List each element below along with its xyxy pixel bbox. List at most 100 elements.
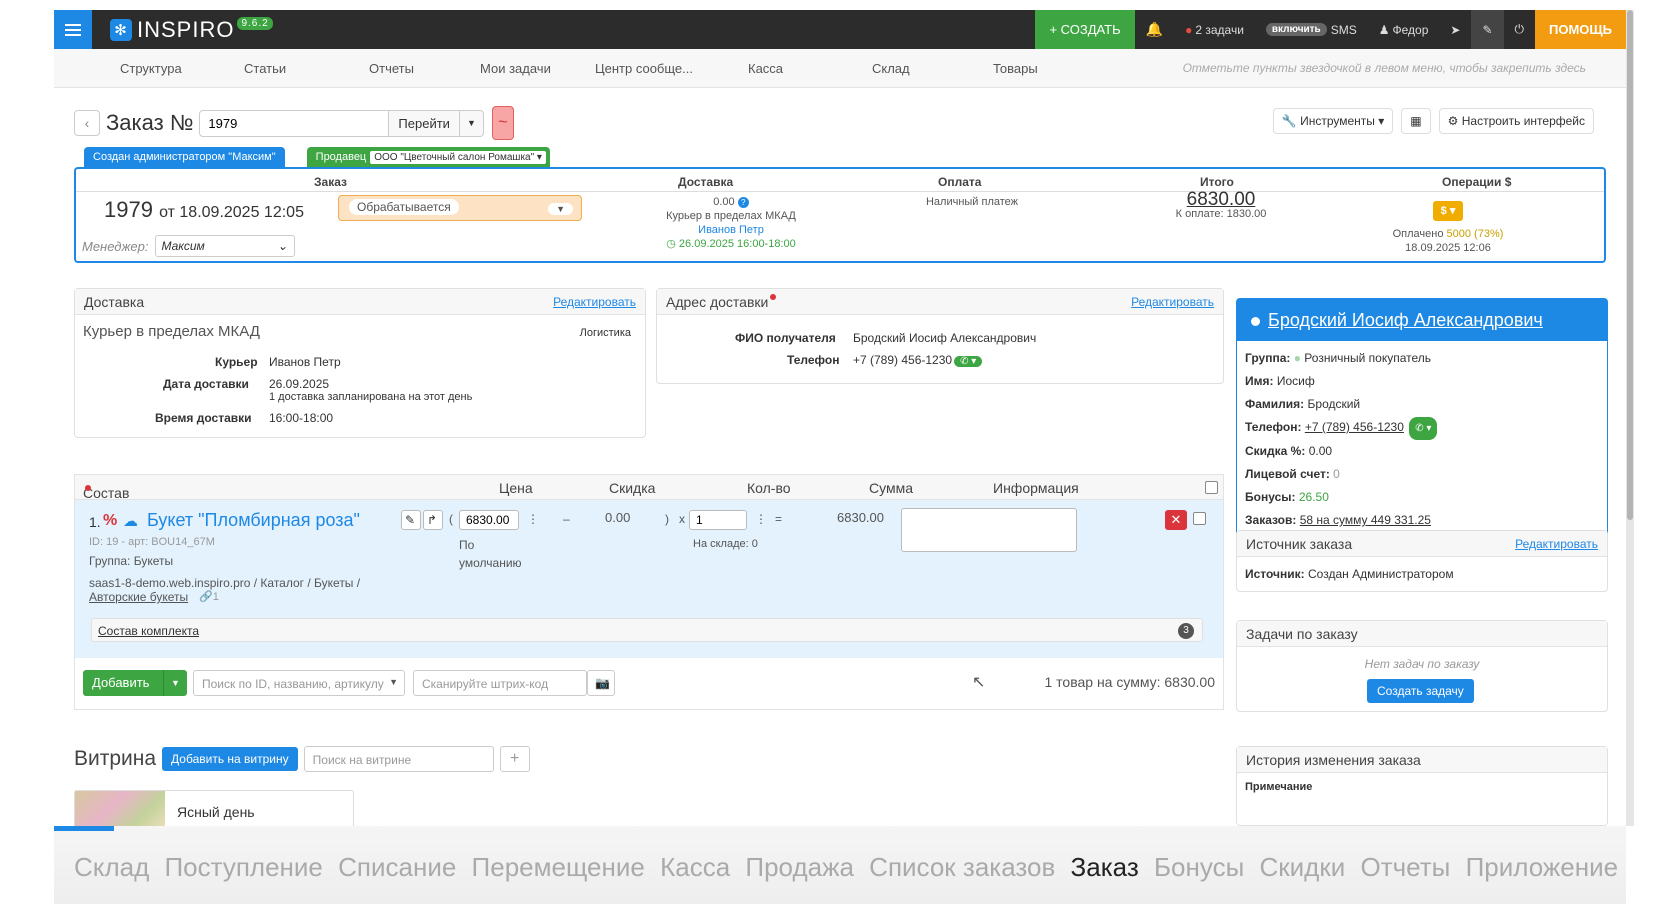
- select-all-checkbox[interactable]: [1205, 481, 1218, 494]
- delivery-edit-link[interactable]: Редактировать: [553, 295, 636, 309]
- history-title: История изменения заказа: [1246, 752, 1421, 768]
- chevron-down-icon[interactable]: ▼: [163, 670, 187, 696]
- add-to-showcase-button[interactable]: Добавить на витрину: [162, 747, 298, 771]
- showcase-card[interactable]: Ясный день: [74, 790, 354, 826]
- nav-item-warehouse[interactable]: Склад: [872, 61, 910, 76]
- version-badge: 9.6.2: [237, 17, 273, 30]
- courier-link[interactable]: Иванов Петр: [626, 223, 836, 237]
- bottom-nav-orders[interactable]: Список заказов: [869, 852, 1055, 882]
- bottom-nav-order[interactable]: Заказ: [1071, 852, 1139, 882]
- product-search-input[interactable]: Поиск по ID, названию, артикулу ▼: [193, 670, 405, 696]
- time-value: 16:00-18:00: [269, 411, 334, 425]
- edit-icon[interactable]: ✎: [1471, 10, 1504, 49]
- seller-tag: Продавец ООО "Цветочный салон Ромашка" ▾: [306, 147, 550, 167]
- logistics-link[interactable]: Логистика: [580, 327, 631, 339]
- seller-select[interactable]: ООО "Цветочный салон Ромашка" ▾: [370, 150, 546, 164]
- client-orders-link[interactable]: 58 на сумму 449 331.25: [1300, 513, 1431, 527]
- nav-item-reports[interactable]: Отчеты: [369, 61, 414, 76]
- delivery-panel: Доставка Редактировать Курьер в пределах …: [74, 288, 646, 438]
- grid-icon[interactable]: ▦: [1401, 108, 1431, 134]
- menu-icon[interactable]: [54, 10, 92, 49]
- address-edit-link[interactable]: Редактировать: [1131, 295, 1214, 309]
- manager-select[interactable]: Максим ⌄: [154, 235, 295, 257]
- bottom-nav-discounts[interactable]: Скидки: [1260, 852, 1346, 882]
- category-link[interactable]: Авторские букеты: [89, 590, 188, 604]
- pencil-icon[interactable]: ✎: [401, 510, 421, 530]
- nav-item-structure[interactable]: Структура: [120, 61, 182, 76]
- configure-button[interactable]: ⚙ Настроить интерфейс: [1438, 108, 1594, 134]
- item-checkbox[interactable]: [1193, 512, 1206, 525]
- nav-item-message-center[interactable]: Центр сообще...: [595, 61, 693, 76]
- plus-icon[interactable]: +: [499, 746, 530, 772]
- phone-call-button[interactable]: ✆ ▾: [954, 356, 983, 367]
- percent-icon: %: [103, 512, 118, 529]
- sms-toggle[interactable]: включить SMS: [1255, 10, 1368, 49]
- user-menu[interactable]: ♟ Федор: [1368, 10, 1440, 49]
- discount-value[interactable]: 0.00: [605, 510, 630, 525]
- list-item: 1. % ☁ Букет "Пломбирная роза" ✎ ↱ ID: 1…: [74, 500, 1224, 658]
- scrollbar[interactable]: [1626, 10, 1634, 826]
- price-input[interactable]: [459, 510, 519, 530]
- nav-item-my-tasks[interactable]: Мои задачи: [480, 61, 551, 76]
- tilde-button[interactable]: ~: [491, 106, 514, 140]
- go-button[interactable]: Перейти: [389, 109, 460, 137]
- delivery-slot: ◷ 26.09.2025 16:00-18:00: [666, 238, 796, 250]
- bottom-nav-warehouse[interactable]: Склад: [74, 852, 149, 882]
- kit-composition-toggle[interactable]: Состав комплекта 3: [91, 618, 1203, 642]
- showcase-title: Витрина: [74, 747, 157, 770]
- total-amount[interactable]: 6830.00: [1136, 190, 1306, 209]
- source-panel: Источник заказа Редактировать Источник: С…: [1236, 530, 1608, 592]
- create-task-button[interactable]: Создать задачу: [1367, 679, 1474, 703]
- send-icon[interactable]: ➤: [1439, 10, 1471, 49]
- showcase-search-input[interactable]: Поиск на витрине: [303, 746, 494, 772]
- bottom-nav-receipt[interactable]: Поступление: [164, 852, 322, 882]
- chevron-left-icon[interactable]: ‹: [74, 110, 100, 136]
- tools-button[interactable]: 🔧 Инструменты ▾: [1272, 108, 1394, 134]
- add-button[interactable]: Добавить ▼: [83, 670, 187, 696]
- status-select[interactable]: Обрабатывается ▼: [338, 195, 582, 221]
- camera-icon[interactable]: 📷: [587, 670, 615, 696]
- create-button[interactable]: + СОЗДАТЬ: [1035, 10, 1135, 49]
- delete-item-button[interactable]: ✕: [1165, 510, 1187, 530]
- bottom-nav-writeoff[interactable]: Списание: [338, 852, 456, 882]
- bottom-nav-sale[interactable]: Продажа: [745, 852, 854, 882]
- client-discount: Скидка %: 0.00: [1245, 444, 1333, 458]
- tasks-label: 2 задачи: [1195, 22, 1244, 37]
- required-dot: [770, 294, 777, 300]
- nav-item-products[interactable]: Товары: [993, 61, 1038, 76]
- help-button[interactable]: ПОМОЩЬ: [1535, 10, 1626, 49]
- price-note-1: По: [459, 538, 475, 552]
- bottom-nav-bonuses[interactable]: Бонусы: [1154, 852, 1244, 882]
- item-info-textarea[interactable]: [901, 508, 1077, 552]
- price-menu-icon[interactable]: ⋮: [527, 512, 539, 526]
- bottom-nav-reports[interactable]: Отчеты: [1360, 852, 1450, 882]
- bell-icon[interactable]: 🔔: [1135, 10, 1174, 49]
- quantity-input[interactable]: [689, 510, 747, 530]
- nav-item-cash[interactable]: Касса: [748, 61, 783, 76]
- fire-icon: ●: [1185, 22, 1193, 37]
- item-index: 1.: [89, 514, 101, 530]
- nav-item-articles[interactable]: Статьи: [244, 61, 286, 76]
- bottom-nav-transfer[interactable]: Перемещение: [472, 852, 645, 882]
- info-icon[interactable]: ?: [737, 197, 749, 208]
- source-edit-link[interactable]: Редактировать: [1515, 537, 1598, 551]
- logo[interactable]: ✻ INSPIRO 9.6.2: [110, 17, 273, 43]
- barcode-input[interactable]: Сканируйте штрих-код: [413, 670, 587, 696]
- qty-menu-icon[interactable]: ⋮: [755, 512, 767, 526]
- order-number-input[interactable]: [199, 109, 390, 137]
- client-name-link[interactable]: Бродский Иосиф Александрович: [1237, 299, 1607, 341]
- client-phone-link[interactable]: +7 (789) 456-1230: [1305, 420, 1404, 434]
- order-num: 1979: [104, 197, 153, 222]
- delivery-title: Доставка: [84, 294, 145, 310]
- chevron-down-icon[interactable]: ▼: [459, 109, 484, 137]
- payment-operations-button[interactable]: $ ▾: [1432, 201, 1464, 221]
- share-icon[interactable]: ↱: [423, 510, 443, 530]
- tasks-panel: Задачи по заказу Нет задач по заказу Соз…: [1236, 620, 1608, 712]
- bottom-nav-cash[interactable]: Касса: [660, 852, 730, 882]
- phone-call-button[interactable]: ✆ ▾: [1409, 417, 1438, 440]
- power-icon[interactable]: ⏻: [1504, 10, 1536, 49]
- product-name-link[interactable]: Букет "Пломбирная роза": [147, 510, 360, 531]
- bottom-nav-app[interactable]: Приложение: [1466, 852, 1619, 882]
- order-composition: Состав заказа Цена Скидка Кол-во Сумма И…: [74, 474, 1224, 718]
- tasks-button[interactable]: ● 2 задачи: [1174, 10, 1255, 49]
